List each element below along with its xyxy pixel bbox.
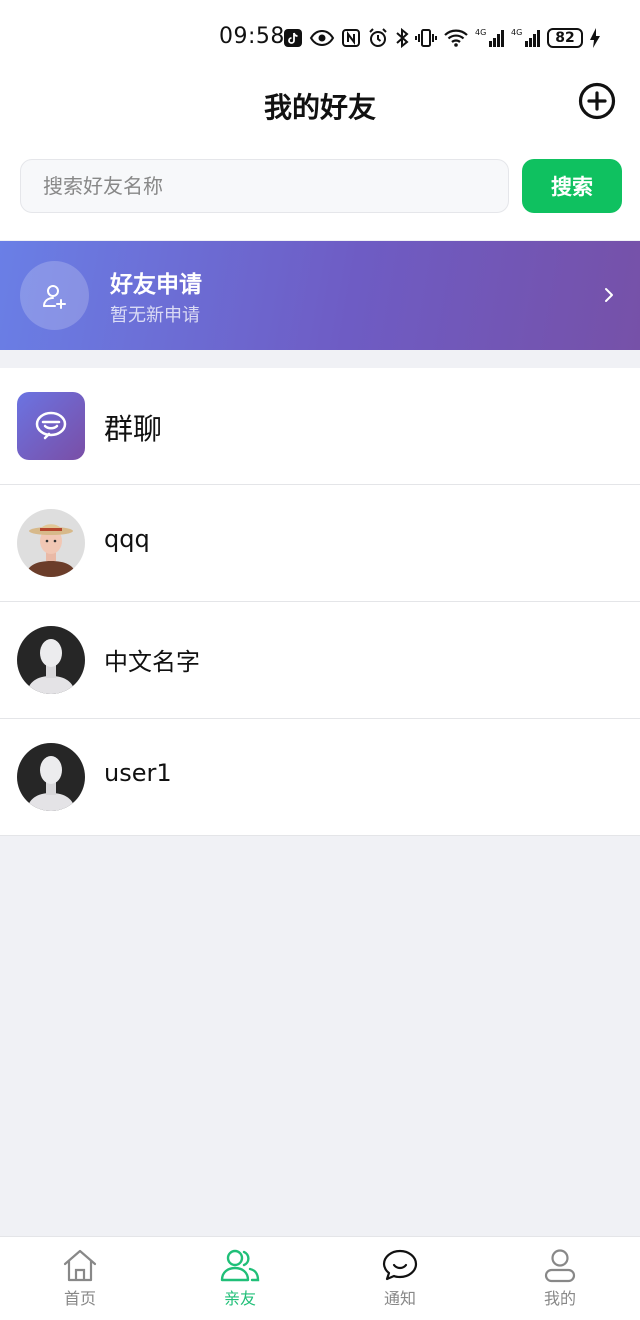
plus-circle-icon	[578, 82, 616, 120]
friend-name: user1	[104, 759, 172, 787]
friend-request-banner[interactable]: 好友申请 暂无新申请	[0, 241, 640, 350]
chevron-right-icon	[605, 288, 613, 302]
list-item[interactable]: 中文名字	[0, 602, 640, 719]
friend-request-title: 好友申请	[110, 272, 202, 298]
friend-request-subtitle: 暂无新申请	[110, 305, 200, 326]
avatar	[17, 626, 85, 694]
page-title: 我的好友	[263, 91, 376, 124]
tab-profile[interactable]: 我的	[480, 1237, 640, 1320]
search-area: 搜索	[0, 142, 640, 240]
home-icon	[63, 1249, 97, 1282]
charging-icon	[590, 28, 600, 48]
signal-icon: 4G	[511, 28, 540, 47]
user-plus-icon	[42, 284, 66, 309]
tab-home-label: 首页	[63, 1289, 96, 1308]
status-bar: 09:58 4G 4G 82	[0, 0, 640, 72]
tab-notifications-label: 通知	[383, 1289, 416, 1308]
tab-profile-label: 我的	[543, 1289, 576, 1308]
signal-icon: 4G	[475, 28, 504, 47]
friends-icon	[220, 1249, 260, 1282]
avatar	[17, 509, 85, 577]
search-button[interactable]: 搜索	[522, 159, 622, 213]
tab-friends-label: 亲友	[223, 1289, 256, 1308]
tab-friends[interactable]: 亲友	[160, 1237, 320, 1320]
alarm-icon	[369, 28, 387, 47]
default-avatar-icon	[17, 626, 85, 694]
status-time: 09:58	[219, 24, 285, 49]
add-friend-button[interactable]	[578, 82, 616, 120]
group-chat-avatar	[17, 392, 85, 460]
group-chat-item[interactable]: 群聊	[0, 368, 640, 485]
chat-bubble-icon	[382, 1249, 418, 1281]
contact-list: 群聊 qqq 中文名字 user1	[0, 368, 640, 836]
group-chat-icon	[17, 392, 85, 460]
tab-home[interactable]: 首页	[0, 1237, 160, 1320]
friend-name: 中文名字	[104, 648, 200, 676]
list-item[interactable]: user1	[0, 719, 640, 836]
friend-request-avatar	[20, 261, 89, 330]
battery-indicator: 82	[547, 28, 583, 48]
wifi-icon	[444, 29, 468, 47]
group-chat-label: 群聊	[104, 412, 163, 446]
search-input[interactable]	[20, 159, 509, 213]
avatar	[17, 743, 85, 811]
tab-notifications[interactable]: 通知	[320, 1237, 480, 1320]
nfc-icon	[342, 29, 360, 47]
user-icon	[544, 1249, 576, 1283]
straw-hat-avatar-icon	[17, 509, 85, 577]
status-icons: 4G 4G 82	[283, 24, 601, 52]
tiktok-icon	[284, 29, 302, 47]
vibrate-icon	[415, 29, 437, 47]
list-item[interactable]: qqq	[0, 485, 640, 602]
default-avatar-icon	[17, 743, 85, 811]
eye-icon	[309, 29, 335, 47]
svg-text:4G: 4G	[511, 28, 522, 37]
header: 我的好友	[0, 72, 640, 142]
friend-name: qqq	[104, 525, 150, 553]
svg-text:4G: 4G	[475, 28, 486, 37]
bluetooth-icon	[396, 27, 409, 49]
tab-bar: 首页 亲友 通知 我的	[0, 1236, 640, 1320]
